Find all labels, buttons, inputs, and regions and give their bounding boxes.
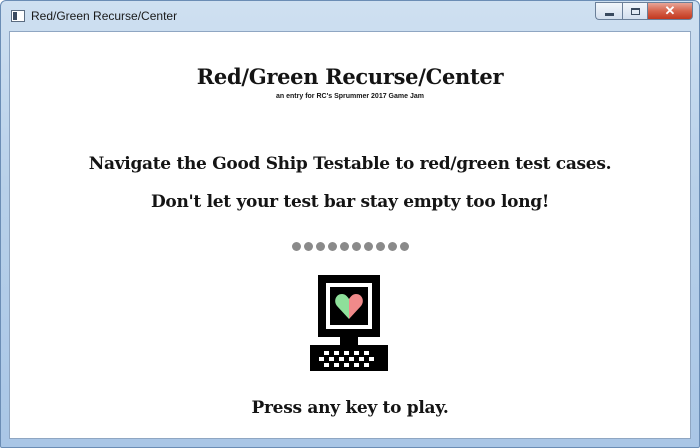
press-any-key-prompt: Press any key to play. [251, 398, 449, 418]
test-bar-dot [363, 242, 373, 251]
app-window: Red/Green Recurse/Center ✕ Red/Green Rec… [0, 0, 700, 448]
close-icon: ✕ [664, 3, 676, 18]
instruction-test-bar: Don't let your test bar stay empty too l… [150, 192, 550, 212]
window-title: Red/Green Recurse/Center [31, 9, 178, 23]
test-bar-dot [339, 242, 349, 251]
minimize-icon [604, 12, 614, 16]
window-controls: ✕ [595, 2, 693, 21]
app-window-icon[interactable] [11, 10, 25, 22]
test-bar-dot [375, 242, 385, 251]
computer-heart-icon [310, 275, 388, 371]
title-bar[interactable]: Red/Green Recurse/Center ✕ [1, 1, 699, 31]
minimize-button[interactable] [595, 2, 622, 20]
game-canvas[interactable]: Red/Green Recurse/Center an entry for RC… [9, 31, 691, 439]
test-bar-dot [351, 242, 361, 251]
test-bar-dot [387, 242, 397, 251]
game-title: Red/Green Recurse/Center [196, 64, 504, 89]
game-subtitle: an entry for RC's Sprummer 2017 Game Jam [276, 93, 424, 100]
test-bar-dot [399, 242, 409, 251]
close-button[interactable]: ✕ [648, 2, 693, 20]
test-bar-dot [315, 242, 325, 251]
test-bar [10, 242, 690, 251]
maximize-icon [630, 7, 640, 15]
test-bar-dot [303, 242, 313, 251]
maximize-button[interactable] [622, 2, 648, 20]
instruction-navigate: Navigate the Good Ship Testable to red/g… [88, 154, 612, 174]
test-bar-dot [291, 242, 301, 251]
title-screen: Red/Green Recurse/Center an entry for RC… [10, 32, 690, 438]
test-bar-dot [327, 242, 337, 251]
